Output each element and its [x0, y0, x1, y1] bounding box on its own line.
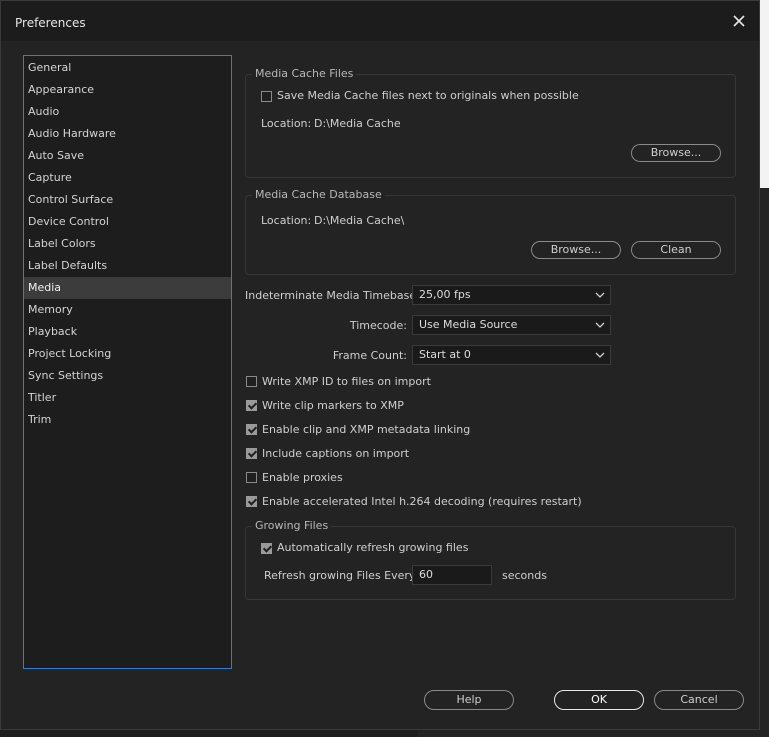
- media-cache-database-group: Media Cache Database Location: D:\Media …: [245, 188, 736, 275]
- clean-button[interactable]: Clean: [631, 241, 721, 259]
- sidebar-item-device-control[interactable]: Device Control: [24, 211, 231, 233]
- dialog-title: Preferences: [15, 16, 86, 30]
- sidebar-item-titler[interactable]: Titler: [24, 387, 231, 409]
- location-label: Location:: [261, 214, 312, 227]
- auto-refresh-checkbox[interactable]: [261, 543, 272, 554]
- chevron-down-icon: [595, 347, 605, 369]
- group-title: Growing Files: [252, 519, 332, 532]
- write-clip-markers-checkbox[interactable]: [246, 400, 257, 411]
- checkbox-label: Automatically refresh growing files: [277, 541, 469, 554]
- sidebar-item-playback[interactable]: Playback: [24, 321, 231, 343]
- category-list: General Appearance Audio Audio Hardware …: [23, 55, 232, 669]
- save-next-to-originals-checkbox[interactable]: [261, 91, 272, 102]
- sidebar-item-auto-save[interactable]: Auto Save: [24, 145, 231, 167]
- select-value: Use Media Source: [419, 318, 518, 331]
- refresh-interval-input[interactable]: 60: [412, 565, 492, 585]
- sidebar-item-media[interactable]: Media: [24, 277, 231, 299]
- location-value: D:\Media Cache: [314, 117, 401, 130]
- chevron-down-icon: [595, 317, 605, 339]
- timebase-label: Indeterminate Media Timebase:: [245, 289, 420, 302]
- sidebar-item-memory[interactable]: Memory: [24, 299, 231, 321]
- refresh-unit-label: seconds: [502, 569, 547, 582]
- select-value: Start at 0: [419, 348, 471, 361]
- sidebar-item-project-locking[interactable]: Project Locking: [24, 343, 231, 365]
- write-xmp-id-checkbox[interactable]: [246, 376, 257, 387]
- ok-button[interactable]: OK: [554, 690, 644, 710]
- checkbox-label: Enable accelerated Intel h.264 decoding …: [262, 495, 582, 508]
- sidebar-item-label-colors[interactable]: Label Colors: [24, 233, 231, 255]
- frame-count-select[interactable]: Start at 0: [412, 345, 611, 365]
- title-bar: Preferences: [1, 1, 759, 41]
- sidebar-item-audio-hardware[interactable]: Audio Hardware: [24, 123, 231, 145]
- sidebar-item-general[interactable]: General: [24, 57, 231, 79]
- media-cache-files-group: Media Cache Files Save Media Cache files…: [245, 67, 736, 178]
- checkbox-label: Save Media Cache files next to originals…: [277, 89, 579, 102]
- sidebar-item-capture[interactable]: Capture: [24, 167, 231, 189]
- enable-proxies-checkbox[interactable]: [246, 472, 257, 483]
- sidebar-item-label-defaults[interactable]: Label Defaults: [24, 255, 231, 277]
- intel-h264-decoding-checkbox[interactable]: [246, 496, 257, 507]
- timecode-select[interactable]: Use Media Source: [412, 315, 611, 335]
- checkbox-label: Write clip markers to XMP: [262, 399, 404, 412]
- help-button[interactable]: Help: [424, 690, 514, 710]
- timebase-select[interactable]: 25,00 fps: [412, 285, 611, 305]
- checkbox-label: Enable proxies: [262, 471, 343, 484]
- location-label: Location:: [261, 117, 312, 130]
- preferences-dialog: Preferences General Appearance Audio Aud…: [0, 0, 760, 730]
- include-captions-checkbox[interactable]: [246, 448, 257, 459]
- frame-count-label: Frame Count:: [332, 349, 407, 362]
- refresh-interval-label: Refresh growing Files Every: [264, 569, 416, 582]
- cancel-button[interactable]: Cancel: [654, 690, 744, 710]
- browse-button[interactable]: Browse...: [631, 144, 721, 162]
- sidebar-item-trim[interactable]: Trim: [24, 409, 231, 431]
- location-value: D:\Media Cache\: [314, 214, 405, 227]
- checkbox-label: Include captions on import: [262, 447, 410, 460]
- select-value: 25,00 fps: [419, 288, 471, 301]
- group-title: Media Cache Database: [252, 188, 385, 201]
- group-title: Media Cache Files: [252, 67, 357, 80]
- browse-button[interactable]: Browse...: [531, 241, 621, 259]
- timecode-label: Timecode:: [349, 319, 407, 332]
- sidebar-item-control-surface[interactable]: Control Surface: [24, 189, 231, 211]
- checkbox-label: Write XMP ID to files on import: [262, 375, 431, 388]
- sidebar-item-sync-settings[interactable]: Sync Settings: [24, 365, 231, 387]
- metadata-linking-checkbox[interactable]: [246, 424, 257, 435]
- growing-files-group: Growing Files Automatically refresh grow…: [245, 519, 736, 600]
- chevron-down-icon: [595, 287, 605, 309]
- sidebar-item-audio[interactable]: Audio: [24, 101, 231, 123]
- close-icon[interactable]: [729, 11, 749, 31]
- sidebar-item-appearance[interactable]: Appearance: [24, 79, 231, 101]
- checkbox-label: Enable clip and XMP metadata linking: [262, 423, 471, 436]
